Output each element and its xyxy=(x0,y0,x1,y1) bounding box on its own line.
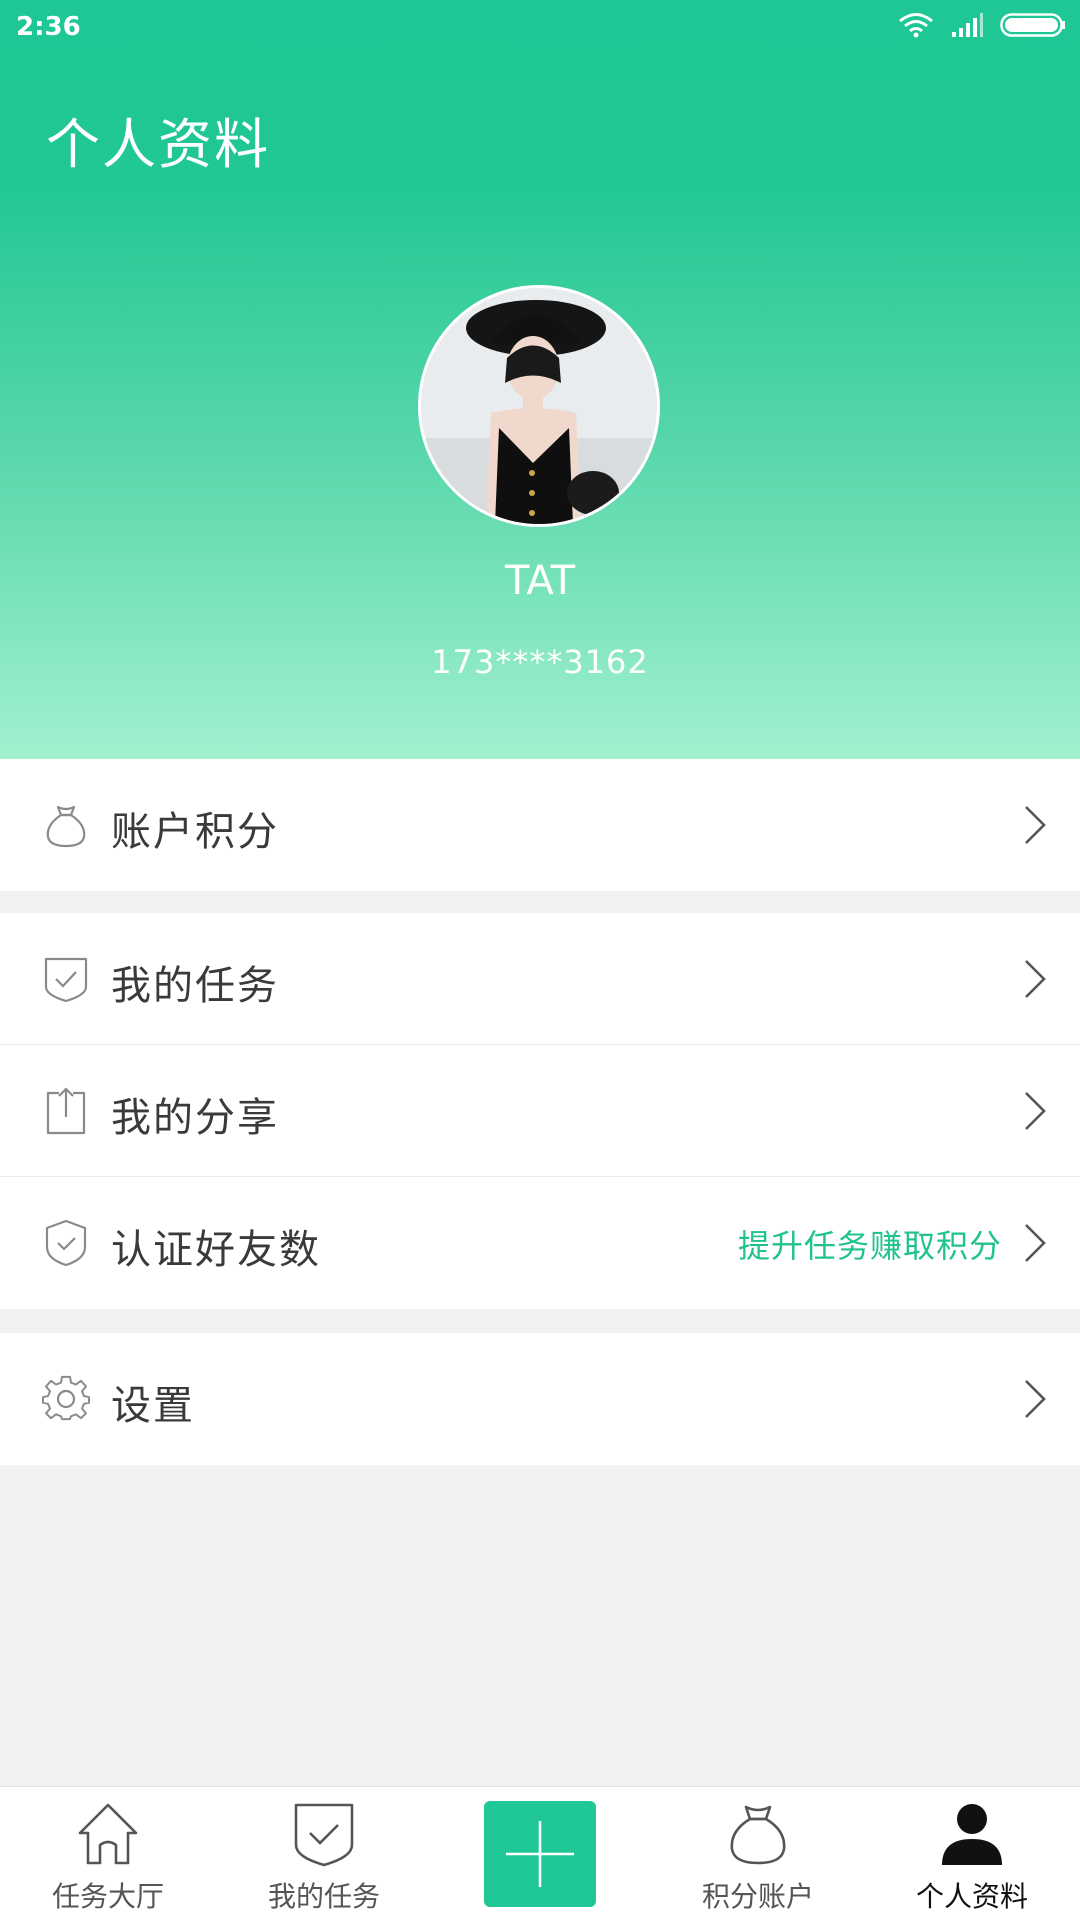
menu-item-my-share[interactable]: 我的分享 xyxy=(0,1045,1080,1177)
page-title: 个人资料 xyxy=(46,113,270,176)
avatar[interactable] xyxy=(418,285,660,527)
tab-points-account[interactable]: 积分账户 xyxy=(650,1787,866,1921)
shield-check-icon xyxy=(44,957,88,1003)
tab-profile[interactable]: 个人资料 xyxy=(864,1787,1080,1921)
menu-group-settings: 设置 xyxy=(0,1333,1080,1465)
menu-label: 我的任务 xyxy=(111,963,279,1009)
user-phone: 173****3162 xyxy=(431,643,649,681)
add-task-button[interactable] xyxy=(484,1801,596,1907)
profile-header: 2:36 个人资料 TAT 173****3162 xyxy=(0,0,1080,759)
menu-item-my-tasks[interactable]: 我的任务 xyxy=(0,913,1080,1045)
menu-item-verified-friends[interactable]: 认证好友数 提升任务赚取积分 xyxy=(0,1177,1080,1309)
shield-check-icon xyxy=(294,1803,354,1867)
earn-points-hint[interactable]: 提升任务赚取积分 xyxy=(738,1221,1002,1267)
tab-task-hall[interactable]: 任务大厅 xyxy=(0,1787,216,1921)
menu-label: 账户积分 xyxy=(111,809,279,855)
person-icon xyxy=(942,1804,1002,1865)
chevron-right-icon xyxy=(1025,1092,1046,1130)
menu-group-tasks: 我的任务 我的分享 认证好友数 提升任务赚取积分 xyxy=(0,913,1080,1309)
menu-label: 我的分享 xyxy=(111,1095,279,1141)
menu-label: 设置 xyxy=(111,1383,195,1429)
menu-item-account-points[interactable]: 账户积分 xyxy=(0,759,1080,891)
tab-label: 积分账户 xyxy=(701,1880,814,1913)
tab-label: 我的任务 xyxy=(267,1880,380,1913)
status-bar: 2:36 xyxy=(0,0,1080,56)
status-time: 2:36 xyxy=(16,12,81,42)
chevron-right-icon xyxy=(1025,1224,1046,1262)
home-icon xyxy=(78,1803,138,1865)
tab-my-tasks[interactable]: 我的任务 xyxy=(216,1787,432,1921)
plus-icon xyxy=(506,1821,574,1887)
chevron-right-icon xyxy=(1025,960,1046,998)
menu-group-points: 账户积分 xyxy=(0,759,1080,891)
tab-label: 个人资料 xyxy=(915,1880,1028,1913)
avatar-photo xyxy=(421,288,657,524)
money-bag-icon xyxy=(730,1805,786,1865)
verified-shield-icon xyxy=(45,1219,87,1267)
battery-icon xyxy=(1000,13,1065,37)
menu-item-settings[interactable]: 设置 xyxy=(0,1333,1080,1465)
tab-label: 任务大厅 xyxy=(51,1880,164,1913)
status-icons xyxy=(898,12,1066,38)
share-icon xyxy=(46,1087,86,1135)
user-name: TAT xyxy=(504,558,576,604)
menu-label: 认证好友数 xyxy=(111,1227,321,1273)
chevron-right-icon xyxy=(1025,1380,1046,1418)
bottom-tab-bar: 任务大厅 我的任务 积分账户 个人资料 xyxy=(0,1786,1080,1921)
gear-icon xyxy=(42,1375,90,1421)
wifi-icon xyxy=(899,13,933,38)
chevron-right-icon xyxy=(1025,806,1046,844)
money-bag-icon xyxy=(46,805,86,848)
signal-icon xyxy=(952,13,983,37)
